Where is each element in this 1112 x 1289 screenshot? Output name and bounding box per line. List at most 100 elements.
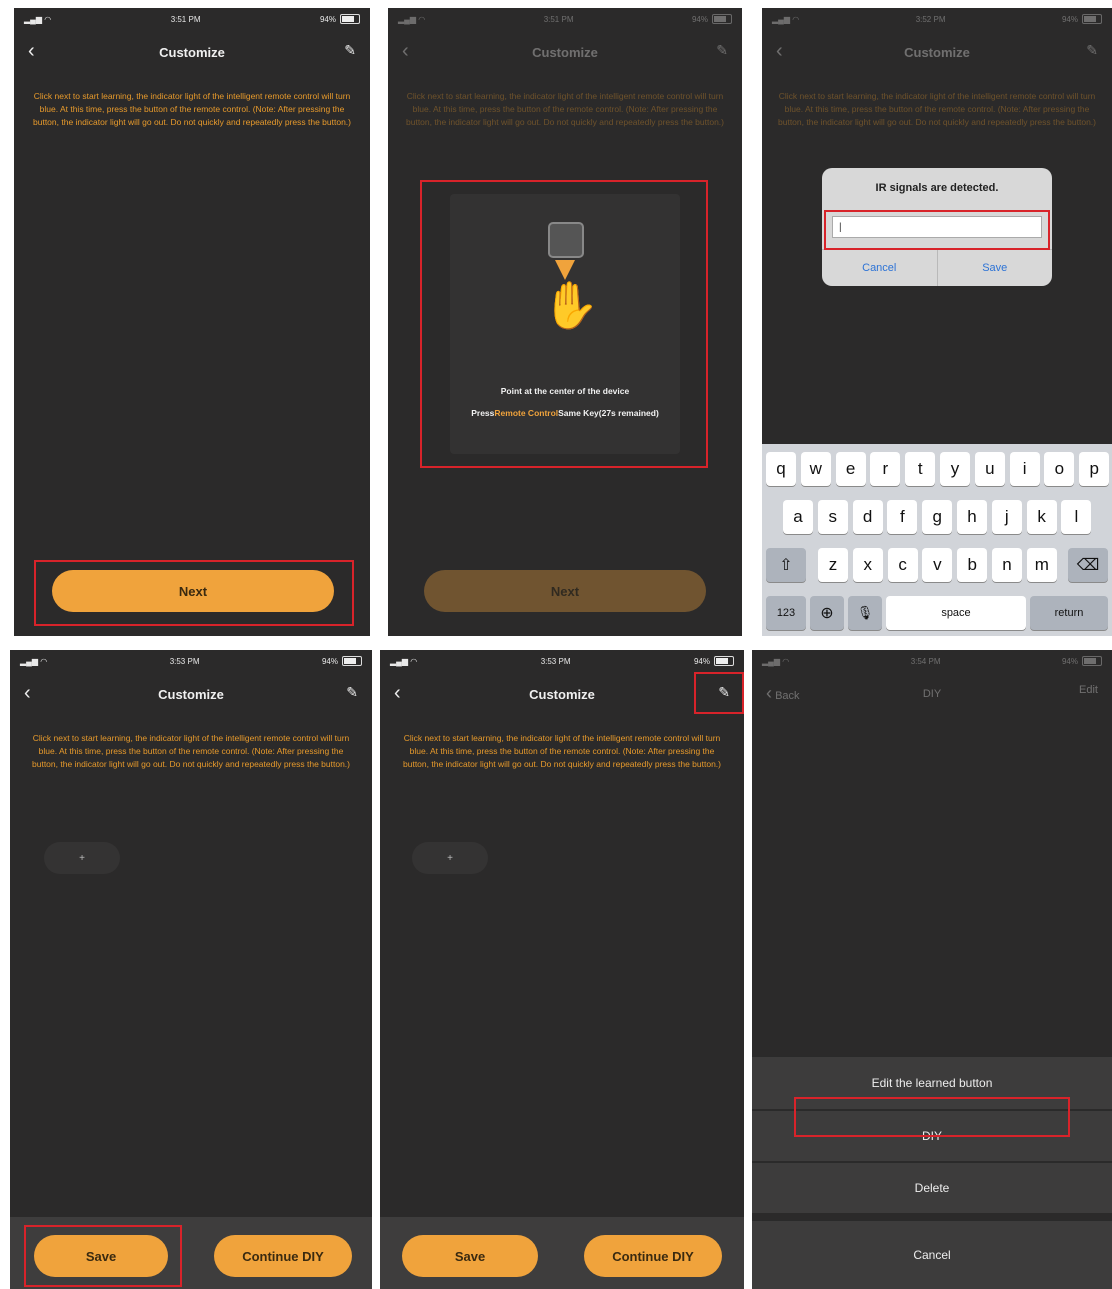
key-f[interactable]: f — [887, 500, 918, 534]
signal-icon: ▂▄▆ ◠ — [24, 14, 52, 24]
shift-key[interactable]: ⇧ — [766, 548, 806, 582]
status-time: 3:53 PM — [169, 656, 200, 666]
battery-indicator: 94% — [1062, 14, 1102, 24]
key-d[interactable]: d — [852, 500, 883, 534]
status-bar: ▂▄▆ ◠ 3:53 PM 94% — [380, 650, 744, 672]
key-e[interactable]: e — [835, 452, 866, 486]
key-q[interactable]: q — [766, 452, 796, 486]
status-bar: ▂▄▆ ◠ 3:54 PM 94% — [752, 650, 1112, 672]
status-time: 3:54 PM — [910, 656, 941, 666]
instructions-text: Click next to start learning, the indica… — [32, 733, 350, 769]
dialog-save-button[interactable]: Save — [938, 250, 1053, 286]
dialog-cancel-button[interactable]: Cancel — [822, 250, 938, 286]
key-r[interactable]: r — [870, 452, 901, 486]
instructions-text: Click next to start learning, the indica… — [403, 733, 721, 769]
battery-icon — [1082, 656, 1102, 666]
key-o[interactable]: o — [1044, 452, 1075, 486]
highlight-box — [24, 1225, 182, 1287]
continue-diy-button[interactable]: Continue DIY — [584, 1235, 722, 1277]
key-j[interactable]: j — [991, 500, 1022, 534]
dialog-actions: Cancel Save — [822, 249, 1052, 286]
learned-button[interactable]: + — [44, 842, 120, 874]
continue-diy-button[interactable]: Continue DIY — [214, 1235, 352, 1277]
microphone-icon[interactable]: 🎙 — [848, 596, 882, 630]
key-c[interactable]: c — [887, 548, 918, 582]
edit-link[interactable]: Edit — [1079, 684, 1098, 696]
key-b[interactable]: b — [957, 548, 988, 582]
edit-pencil-icon[interactable]: ✎ — [344, 42, 356, 59]
numbers-key[interactable]: 123 — [766, 596, 806, 630]
sheet-delete[interactable]: Delete — [752, 1162, 1112, 1213]
key-n[interactable]: n — [992, 548, 1022, 582]
space-key[interactable]: space — [886, 596, 1026, 630]
back-icon[interactable]: ‹ — [24, 682, 31, 704]
screen-name-dialog: ▂▄▆ ◠ 3:52 PM 94% ‹ Customize ✎ Click ne… — [762, 8, 1112, 636]
next-button[interactable]: Next — [424, 570, 706, 612]
back-link[interactable]: ‹ Back — [766, 682, 800, 707]
battery-indicator: 94% — [1062, 656, 1102, 666]
instructions-text: Click next to start learning, the indica… — [33, 91, 351, 127]
back-icon[interactable]: ‹ — [402, 40, 409, 62]
page-title: DIY — [922, 688, 942, 700]
nav-bar: ‹ Customize ✎ — [388, 36, 742, 68]
key-g[interactable]: g — [922, 500, 953, 534]
key-m[interactable]: m — [1026, 548, 1057, 582]
nav-bar: ‹ Back DIY Edit — [752, 678, 1112, 710]
screen-customize-learned: ▂▄▆ ◠ 3:53 PM 94% ‹ Customize ✎ Click ne… — [10, 650, 372, 1289]
highlight-box — [34, 560, 354, 626]
highlight-box — [824, 210, 1050, 250]
sheet-cancel[interactable]: Cancel — [752, 1220, 1112, 1289]
instructions-text: Click next to start learning, the indica… — [406, 91, 724, 127]
key-a[interactable]: a — [783, 500, 813, 534]
key-x[interactable]: x — [852, 548, 883, 582]
page-title: Customize — [532, 44, 598, 60]
signal-icon: ▂▄▆ ◠ — [762, 656, 790, 666]
signal-icon: ▂▄▆ ◠ — [772, 14, 800, 24]
save-button[interactable]: Save — [402, 1235, 538, 1277]
signal-icon: ▂▄▆ ◠ — [398, 14, 426, 24]
edit-pencil-icon[interactable]: ✎ — [346, 684, 358, 701]
key-v[interactable]: v — [922, 548, 953, 582]
highlight-box — [694, 672, 744, 714]
key-u[interactable]: u — [974, 452, 1005, 486]
edit-pencil-icon[interactable]: ✎ — [1086, 42, 1098, 59]
back-icon[interactable]: ‹ — [28, 40, 35, 62]
battery-icon — [340, 14, 360, 24]
key-s[interactable]: s — [817, 500, 848, 534]
bottom-action-bar: Save Continue DIY — [380, 1217, 744, 1289]
page-title: Customize — [159, 44, 225, 60]
key-w[interactable]: w — [800, 452, 831, 486]
learned-button[interactable]: + — [412, 842, 488, 874]
key-t[interactable]: t — [905, 452, 936, 486]
nav-bar: ‹ Customize ✎ — [380, 678, 744, 710]
key-k[interactable]: k — [1026, 500, 1057, 534]
edit-pencil-icon[interactable]: ✎ — [716, 42, 728, 59]
status-time: 3:52 PM — [915, 14, 946, 24]
battery-icon — [712, 14, 732, 24]
key-h[interactable]: h — [957, 500, 987, 534]
page-title: Customize — [529, 686, 595, 702]
back-icon[interactable]: ‹ — [394, 682, 401, 704]
back-icon[interactable]: ‹ — [776, 40, 783, 62]
screen-diy-action-sheet: ▂▄▆ ◠ 3:54 PM 94% ‹ Back DIY Edit Edit t… — [752, 650, 1112, 1289]
highlight-box — [420, 180, 708, 468]
battery-icon — [714, 656, 734, 666]
battery-indicator: 94% — [694, 656, 734, 666]
signal-icon: ▂▄▆ ◠ — [390, 656, 418, 666]
page-title: Customize — [158, 686, 224, 702]
globe-icon[interactable]: ⊕ — [810, 596, 844, 630]
status-bar: ▂▄▆ ◠ 3:52 PM 94% — [762, 8, 1112, 30]
signal-icon: ▂▄▆ ◠ — [20, 656, 48, 666]
key-i[interactable]: i — [1009, 452, 1040, 486]
nav-bar: ‹ Customize ✎ — [10, 678, 372, 710]
status-time: 3:53 PM — [540, 656, 571, 666]
status-bar: ▂▄▆ ◠ 3:51 PM 94% — [388, 8, 742, 30]
key-l[interactable]: l — [1061, 500, 1092, 534]
nav-bar: ‹ Customize ✎ — [14, 36, 370, 68]
key-p[interactable]: p — [1079, 452, 1110, 486]
key-z[interactable]: z — [818, 548, 848, 582]
key-y[interactable]: y — [940, 452, 970, 486]
return-key[interactable]: return — [1030, 596, 1108, 630]
backspace-key[interactable]: ⌫ — [1068, 548, 1108, 582]
page-title: Customize — [904, 44, 970, 60]
